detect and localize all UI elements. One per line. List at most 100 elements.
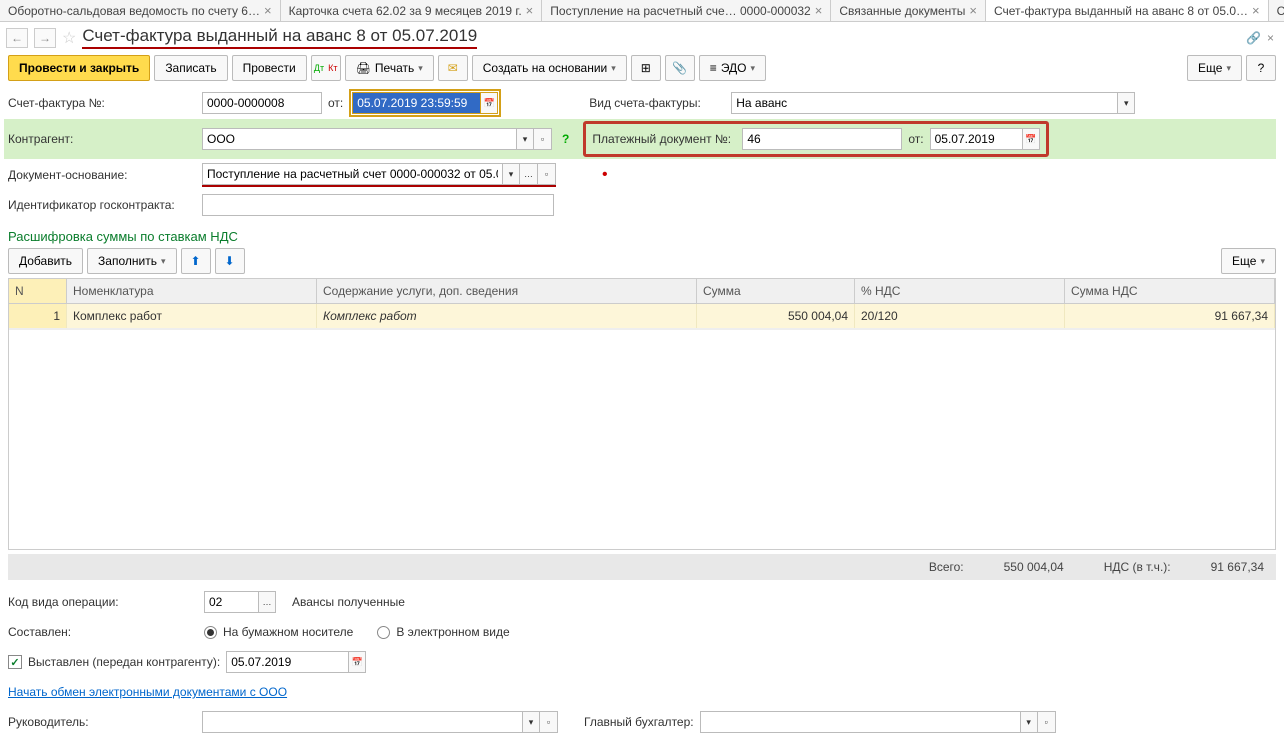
accountant-input[interactable] [700,711,1020,733]
dropdown-icon[interactable]: ▾ [516,128,534,150]
gov-contract-label: Идентификатор госконтракта: [8,198,196,212]
dropdown-icon[interactable]: ▾ [502,163,520,185]
nav-back-button[interactable]: ← [6,28,28,48]
tab-0[interactable]: Оборотно-сальдовая ведомость по счету 6…… [0,0,281,21]
nds-sum: 91 667,34 [1211,560,1264,574]
add-row-button[interactable]: Добавить [8,248,83,274]
edo-button[interactable]: ≡ЭДО▾ [699,55,766,81]
op-code-input[interactable] [204,591,258,613]
issued-label: Выставлен (передан контрагенту): [28,655,220,669]
calendar-icon[interactable]: 📅 [348,651,366,673]
issued-checkbox[interactable] [8,655,22,669]
invoice-date-input[interactable] [352,92,480,114]
manager-label: Руководитель: [8,715,196,729]
col-nomenclature[interactable]: Номенклатура [67,279,317,303]
edo-icon: ≡ [710,61,717,75]
open-icon[interactable]: ▫ [1038,711,1056,733]
start-edo-link[interactable]: Начать обмен электронными документами с … [8,685,287,699]
op-code-desc: Авансы полученные [292,595,405,609]
move-up-button[interactable]: ⬆ [181,248,211,274]
favorite-icon[interactable]: ☆ [62,28,76,48]
counterparty-input[interactable] [202,128,516,150]
tab-bar: Оборотно-сальдовая ведомость по счету 6…… [0,0,1284,22]
from-label-2: от: [908,132,923,146]
red-dot-marker: • [602,166,608,184]
nds-label: НДС (в т.ч.): [1104,560,1171,574]
electronic-radio[interactable] [377,626,390,639]
gov-contract-input[interactable] [202,194,554,216]
table-empty-area[interactable] [9,329,1275,549]
open-icon[interactable]: ▫ [534,128,552,150]
nds-table: N Номенклатура Содержание услуги, доп. с… [8,278,1276,550]
issued-date-input[interactable] [226,651,348,673]
tab-1[interactable]: Карточка счета 62.02 за 9 месяцев 2019 г… [281,0,543,21]
post-and-close-button[interactable]: Провести и закрыть [8,55,150,81]
move-down-button[interactable]: ⬇ [215,248,245,274]
create-based-on-button[interactable]: Создать на основании▾ [472,55,627,81]
nds-section-header: Расшифровка суммы по ставкам НДС [0,223,1284,246]
tab-5[interactable]: Счет-фактура выданный 0000-0000008 от 0…… [1269,0,1284,21]
composed-label: Составлен: [8,625,198,639]
calendar-icon[interactable]: 📅 [1022,128,1040,150]
col-n[interactable]: N [9,279,67,303]
link-icon[interactable]: 🔗 [1246,31,1261,45]
close-icon[interactable]: × [969,3,977,18]
tab-4[interactable]: Счет-фактура выданный на аванс 8 от 05.0… [986,0,1269,21]
invoice-type-select[interactable] [731,92,1117,114]
close-window-icon[interactable]: × [1267,31,1274,45]
close-icon[interactable]: × [526,3,534,18]
col-sum[interactable]: Сумма [697,279,855,303]
dropdown-icon[interactable]: ▾ [1117,92,1135,114]
dropdown-icon[interactable]: ▾ [522,711,540,733]
invoice-no-input[interactable] [202,92,322,114]
open-icon[interactable]: ▫ [538,163,556,185]
tab-3[interactable]: Связанные документы× [831,0,986,21]
total-sum: 550 004,04 [1004,560,1064,574]
hierarchy-icon: ⊞ [641,61,651,75]
email-button[interactable]: ✉ [438,55,468,81]
col-nds-sum[interactable]: Сумма НДС [1065,279,1275,303]
table-more-button[interactable]: Еще▾ [1221,248,1276,274]
close-icon[interactable]: × [815,3,823,18]
basis-doc-input[interactable] [202,163,502,185]
close-icon[interactable]: × [1252,3,1260,18]
col-description[interactable]: Содержание услуги, доп. сведения [317,279,697,303]
attach-button[interactable]: 📎 [665,55,695,81]
arrow-down-icon: ⬇ [224,254,234,268]
table-row[interactable]: 1 Комплекс работ Комплекс работ 550 004,… [9,304,1275,329]
help-button[interactable]: ? [1246,55,1276,81]
close-icon[interactable]: × [264,3,272,18]
payment-doc-label: Платежный документ №: [592,132,736,146]
col-nds-rate[interactable]: % НДС [855,279,1065,303]
payment-no-input[interactable] [742,128,902,150]
page-title: Счет-фактура выданный на аванс 8 от 05.0… [82,26,477,49]
open-icon[interactable]: ▫ [540,711,558,733]
dropdown-icon[interactable]: ▾ [1020,711,1038,733]
from-label-1: от: [328,96,343,110]
arrow-up-icon: ⬆ [190,254,200,268]
basis-doc-label: Документ-основание: [8,168,196,182]
tab-2[interactable]: Поступление на расчетный сче… 0000-00003… [542,0,831,21]
debit-credit-button[interactable]: ДтКт [311,55,341,81]
counterparty-label: Контрагент: [8,132,196,146]
payment-date-input[interactable] [930,128,1022,150]
calendar-icon[interactable]: 📅 [480,92,498,114]
nav-forward-button[interactable]: → [34,28,56,48]
invoice-type-label: Вид счета-фактуры: [589,96,725,110]
paper-radio[interactable] [204,626,217,639]
print-button[interactable]: 🖨Печать▾ [345,55,434,81]
more-button[interactable]: Еще▾ [1187,55,1242,81]
save-button[interactable]: Записать [154,55,227,81]
help-hint-icon[interactable]: ? [562,132,569,146]
fill-button[interactable]: Заполнить▾ [87,248,176,274]
ellipsis-icon[interactable]: … [258,591,276,613]
structure-button[interactable]: ⊞ [631,55,661,81]
op-code-label: Код вида операции: [8,595,198,609]
electronic-label: В электронном виде [396,625,509,639]
post-button[interactable]: Провести [232,55,307,81]
paper-label: На бумажном носителе [223,625,353,639]
ellipsis-icon[interactable]: … [520,163,538,185]
total-label: Всего: [929,560,964,574]
manager-input[interactable] [202,711,522,733]
envelope-icon: ✉ [448,61,458,75]
